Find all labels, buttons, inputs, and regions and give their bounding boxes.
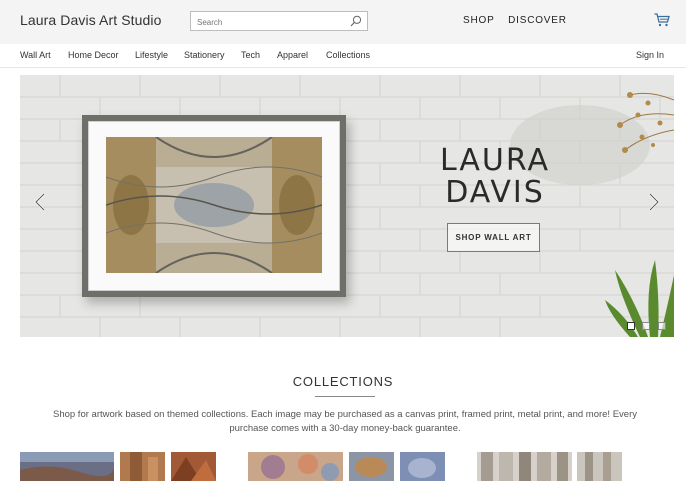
- collection-thumbnail[interactable]: [477, 452, 572, 481]
- collection-thumbnail[interactable]: [577, 452, 622, 481]
- category-wall-art[interactable]: Wall Art: [20, 50, 51, 60]
- brand-title[interactable]: Laura Davis Art Studio: [20, 12, 162, 28]
- shop-wall-art-button[interactable]: SHOP WALL ART: [447, 223, 540, 252]
- search-icon[interactable]: [350, 15, 362, 27]
- category-apparel[interactable]: Apparel: [277, 50, 308, 60]
- top-nav: SHOP DISCOVER: [463, 15, 577, 26]
- category-stationery[interactable]: Stationery: [184, 50, 225, 60]
- collection-thumbnail[interactable]: [20, 452, 114, 481]
- framed-artwork[interactable]: [82, 115, 346, 297]
- chevron-right-icon[interactable]: [647, 192, 661, 212]
- collection-thumbnail[interactable]: [171, 452, 216, 481]
- slide-dot-3[interactable]: [657, 322, 666, 330]
- collections-description: Shop for artwork based on themed collect…: [52, 409, 637, 434]
- category-collections[interactable]: Collections: [326, 50, 370, 60]
- search-box[interactable]: [190, 11, 368, 32]
- nav-discover[interactable]: DISCOVER: [508, 15, 567, 26]
- category-tech[interactable]: Tech: [241, 50, 260, 60]
- hero-title-line2: DAVIS: [445, 175, 545, 210]
- collection-thumbnail[interactable]: [248, 452, 343, 481]
- slide-indicators: [627, 317, 669, 335]
- category-nav: Wall Art Home Decor Lifestyle Stationery…: [0, 44, 686, 68]
- slide-dot-1[interactable]: [627, 322, 635, 330]
- slide-dot-2[interactable]: [642, 322, 651, 330]
- category-lifestyle[interactable]: Lifestyle: [135, 50, 168, 60]
- collection-thumbnail[interactable]: [120, 452, 165, 481]
- collections-divider: [315, 396, 375, 397]
- cart-icon[interactable]: [654, 13, 670, 27]
- site-header: Laura Davis Art Studio SHOP DISCOVER: [0, 0, 686, 44]
- hero-banner: LAURA DAVIS SHOP WALL ART: [20, 75, 674, 337]
- collection-thumbnail[interactable]: [349, 452, 394, 481]
- hero-title: LAURA DAVIS: [420, 145, 570, 209]
- hero-title-line1: LAURA: [439, 143, 551, 178]
- sign-in-link[interactable]: Sign In: [636, 50, 664, 60]
- chevron-left-icon[interactable]: [33, 192, 47, 212]
- search-input[interactable]: [191, 13, 341, 32]
- artwork-image: [106, 137, 322, 273]
- nav-shop[interactable]: SHOP: [463, 15, 495, 26]
- category-home-decor[interactable]: Home Decor: [68, 50, 119, 60]
- collections-heading: COLLECTIONS: [292, 374, 394, 389]
- collection-thumbnail[interactable]: [400, 452, 445, 481]
